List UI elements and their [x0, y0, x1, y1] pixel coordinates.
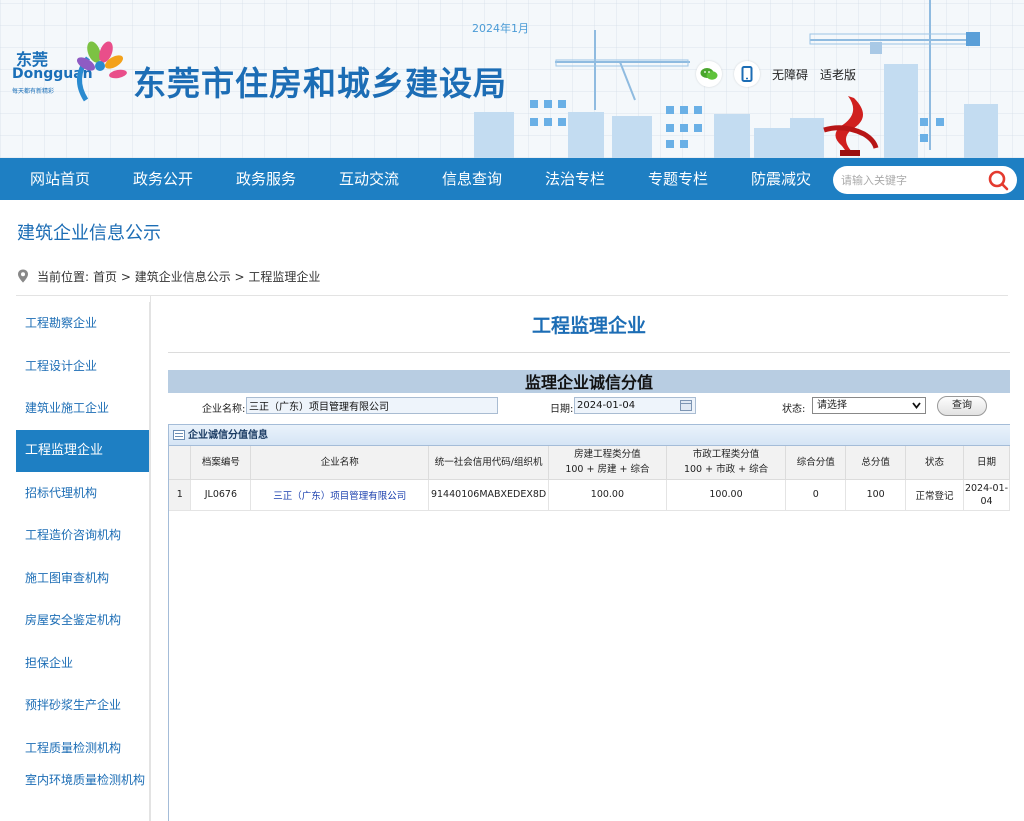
- elderly-mode-link[interactable]: 适老版: [820, 66, 856, 83]
- sidebar-item-guarantee[interactable]: 担保企业: [16, 642, 149, 685]
- housing-score-cell: 100.00: [548, 479, 667, 511]
- column-header[interactable]: 综合分值: [785, 446, 847, 480]
- calendar-icon[interactable]: [680, 400, 692, 411]
- status-label: 状态:: [782, 404, 806, 415]
- column-header[interactable]: 总分值: [845, 446, 907, 480]
- nav-government-affairs[interactable]: 政务公开: [121, 158, 205, 200]
- company-input[interactable]: [246, 397, 498, 414]
- date-value: 2024-01-04: [577, 400, 636, 411]
- file-number-cell: JL0676: [190, 479, 252, 511]
- table-header-row: 档案编号 企业名称 统一社会信用代码/组织机 房建工程类分值 100 + 房建 …: [169, 446, 1010, 480]
- nav-interaction[interactable]: 互动交流: [327, 158, 411, 200]
- table-row[interactable]: 1 JL0676 三正（广东）项目管理有限公司 91440106MABXEDEX…: [169, 479, 1010, 511]
- grid-caption-text: 企业诚信分值信息: [188, 429, 268, 441]
- sidebar-item-survey[interactable]: 工程勘察企业: [16, 302, 149, 345]
- breadcrumb-path[interactable]: 首页 > 建筑企业信息公示 > 工程监理企业: [93, 268, 320, 285]
- sidebar-item-drawing-review[interactable]: 施工图审查机构: [16, 557, 149, 600]
- query-button[interactable]: 查询: [937, 396, 987, 416]
- sidebar-divider: [150, 296, 151, 821]
- status-cell: 正常登记: [905, 479, 964, 511]
- date-input[interactable]: 2024-01-04: [574, 397, 696, 414]
- search-input[interactable]: [841, 173, 977, 187]
- company-name-cell[interactable]: 三正（广东）项目管理有限公司: [250, 479, 430, 511]
- sidebar: 工程勘察企业 工程设计企业 建筑业施工企业 工程监理企业 招标代理机构 工程造价…: [16, 302, 150, 821]
- nav-earthquake[interactable]: 防震减灾: [739, 158, 823, 200]
- column-header[interactable]: 统一社会信用代码/组织机: [428, 446, 550, 480]
- header-date: 2024年1月: [472, 22, 529, 35]
- sidebar-item-house-safety[interactable]: 房屋安全鉴定机构: [16, 599, 149, 642]
- main-title: 工程监理企业: [531, 315, 646, 337]
- logo-flower-icon: [76, 41, 127, 102]
- composite-score-cell: 0: [785, 479, 847, 511]
- sidebar-item-mortar[interactable]: 预拌砂浆生产企业: [16, 684, 149, 727]
- nav-home[interactable]: 网站首页: [18, 158, 102, 200]
- column-header[interactable]: 企业名称: [250, 446, 430, 480]
- breadcrumb-label: 当前位置:: [37, 269, 90, 284]
- chevron-down-icon: [912, 402, 921, 409]
- page-heading: 建筑企业信息公示: [17, 223, 161, 244]
- breadcrumb: 当前位置: 首页 > 建筑企业信息公示 > 工程监理企业: [17, 267, 320, 285]
- header-divider: [16, 295, 1008, 296]
- status-select-value: 请选择: [817, 400, 847, 411]
- municipal-score-header: 市政工程类分值 100 + 市政 + 综合: [683, 449, 769, 476]
- table-icon: [173, 430, 185, 440]
- date-label: 日期:: [550, 404, 574, 415]
- sidebar-item-quality-testing[interactable]: 工程质量检测机构: [16, 727, 149, 770]
- sidebar-item-supervision[interactable]: 工程监理企业: [16, 429, 149, 472]
- sidebar-item-indoor-environment[interactable]: 室内环境质量检测机构: [16, 769, 149, 812]
- company-label: 企业名称:: [202, 404, 246, 415]
- column-header[interactable]: 市政工程类分值 100 + 市政 + 综合: [666, 446, 787, 480]
- column-header[interactable]: 状态: [905, 446, 964, 480]
- nav-government-services[interactable]: 政务服务: [224, 158, 308, 200]
- nav-special-topics[interactable]: 专题专栏: [636, 158, 720, 200]
- date-cell: 2024-01-04: [963, 479, 1010, 511]
- search-box: [833, 166, 1017, 194]
- site-header: 2024年1月 东莞 Dongguan 每天都有新精彩 东莞市住房和城乡建设局 …: [0, 0, 1024, 158]
- sidebar-item-design[interactable]: 工程设计企业: [16, 345, 149, 388]
- total-score-cell: 100: [845, 479, 907, 511]
- column-header[interactable]: 日期: [963, 446, 1010, 480]
- credit-code-cell: 91440106MABXEDEX8D: [428, 479, 550, 511]
- filter-bar: 企业名称: 日期: 2024-01-04 状态: 请选择 查询: [168, 396, 1010, 416]
- red-sculpture-illustration: [823, 96, 879, 156]
- header-tools: 无障碍 适老版: [696, 60, 856, 88]
- nav-info-query[interactable]: 信息查询: [430, 158, 514, 200]
- data-grid: 企业诚信分值信息 档案编号 企业名称 统一社会信用代码/组织机 房建工程类分值 …: [168, 424, 1010, 821]
- site-title: 东莞市住房和城乡建设局: [133, 64, 507, 103]
- panel-title: 监理企业诚信分值: [168, 370, 1010, 393]
- logo-slogan: 每天都有新精彩: [12, 88, 55, 95]
- location-pin-icon: [18, 269, 28, 283]
- sidebar-item-cost-consulting[interactable]: 工程造价咨询机构: [16, 514, 149, 557]
- grid-caption: 企业诚信分值信息: [169, 425, 1010, 446]
- row-number-header: [169, 446, 192, 480]
- housing-score-header: 房建工程类分值 100 + 房建 + 综合: [565, 449, 650, 476]
- search-icon[interactable]: [987, 169, 1009, 191]
- column-header[interactable]: 档案编号: [190, 446, 252, 480]
- sidebar-item-construction[interactable]: 建筑业施工企业: [16, 387, 149, 430]
- accessibility-link[interactable]: 无障碍: [772, 66, 808, 83]
- main-divider: [168, 352, 1010, 353]
- status-select[interactable]: 请选择: [812, 397, 926, 414]
- city-logo[interactable]: 东莞 Dongguan 每天都有新精彩: [6, 38, 130, 114]
- municipal-score-cell: 100.00: [666, 479, 787, 511]
- nav-legal[interactable]: 法治专栏: [533, 158, 617, 200]
- column-header[interactable]: 房建工程类分值 100 + 房建 + 综合: [548, 446, 667, 480]
- row-number: 1: [169, 479, 192, 511]
- mobile-icon[interactable]: [734, 61, 760, 87]
- credit-table: 档案编号 企业名称 统一社会信用代码/组织机 房建工程类分值 100 + 房建 …: [169, 446, 1010, 511]
- wechat-icon[interactable]: [696, 61, 722, 87]
- sidebar-item-bidding-agency[interactable]: 招标代理机构: [16, 472, 149, 515]
